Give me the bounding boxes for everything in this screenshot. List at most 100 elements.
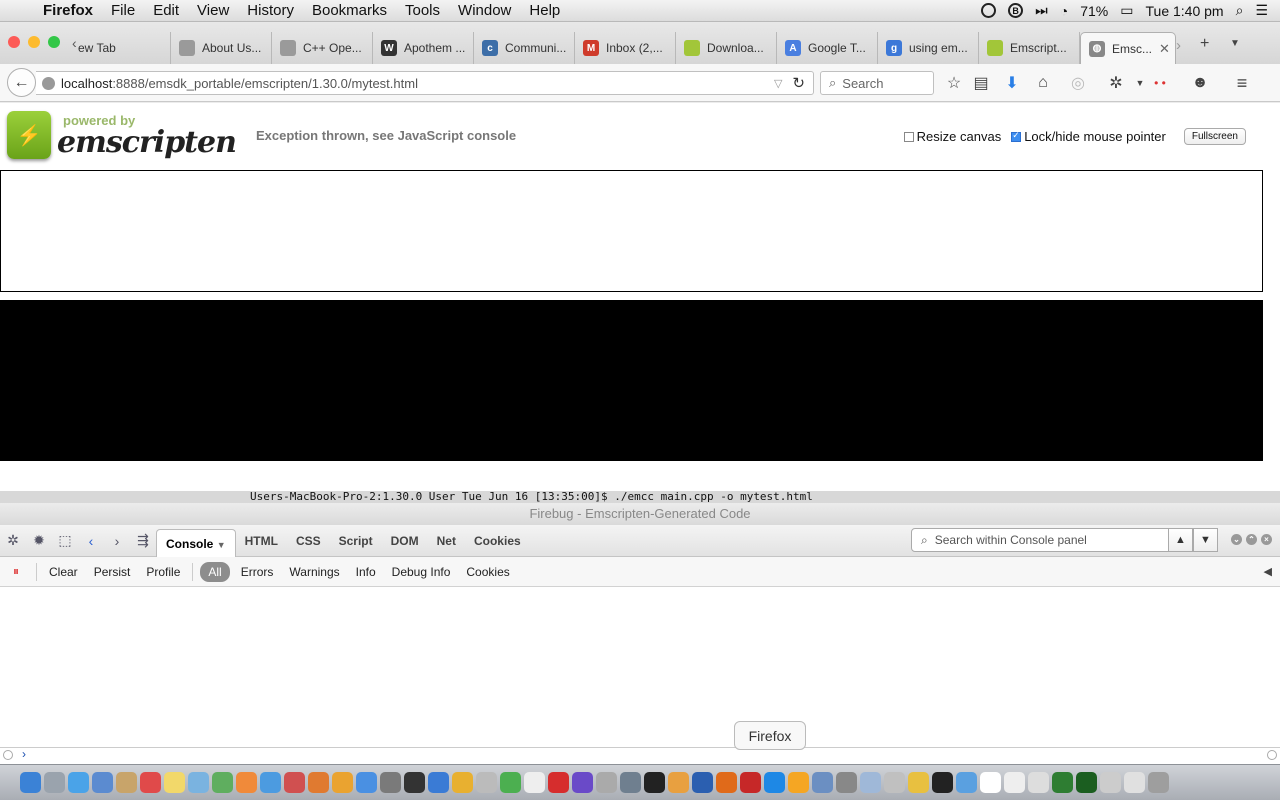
fullscreen-button[interactable]: Fullscreen: [1183, 128, 1246, 145]
dock-app-icon[interactable]: [404, 772, 425, 793]
firebug-tab-html[interactable]: HTML: [236, 527, 287, 555]
menu-tools[interactable]: Tools: [396, 2, 449, 19]
dock-app-icon[interactable]: [668, 772, 689, 793]
filter-all[interactable]: All: [200, 561, 230, 582]
dock-app-icon[interactable]: [188, 772, 209, 793]
firebug-tab-dom[interactable]: DOM: [382, 527, 428, 555]
battery-icon[interactable]: ▭: [1120, 2, 1133, 19]
tab-active-emscripten[interactable]: ◍ Emsc... ✕: [1080, 32, 1176, 64]
back-icon[interactable]: ‹: [78, 533, 104, 549]
menu-help[interactable]: Help: [520, 2, 569, 19]
downloads-icon[interactable]: ⬇: [1002, 73, 1022, 93]
dock-app-icon[interactable]: [236, 772, 257, 793]
search-next-icon[interactable]: ▼: [1193, 528, 1218, 552]
dock-app-icon[interactable]: [740, 772, 761, 793]
profile-button[interactable]: Profile: [138, 562, 188, 582]
battery-percent[interactable]: 71%: [1080, 3, 1108, 19]
resize-canvas-option[interactable]: Resize canvas: [903, 129, 1001, 144]
dock-app-icon[interactable]: [476, 772, 497, 793]
tab-close-icon[interactable]: ✕: [1159, 41, 1170, 57]
dock-app-icon[interactable]: [812, 772, 833, 793]
url-dropdown-icon[interactable]: ▽: [774, 77, 782, 90]
dock-app-icon[interactable]: [884, 772, 905, 793]
filter-errors[interactable]: Errors: [233, 562, 282, 582]
dock-app-icon[interactable]: [572, 772, 593, 793]
console-dropdown-icon[interactable]: ▼: [217, 540, 226, 550]
panel-side-toggle-icon[interactable]: ◀: [1264, 565, 1272, 578]
filter-cookies[interactable]: Cookies: [458, 562, 517, 582]
dock-app-icon[interactable]: [68, 772, 89, 793]
lock-pointer-checkbox[interactable]: [1011, 130, 1022, 142]
output-textarea[interactable]: [0, 300, 1263, 461]
dock-app-icon[interactable]: [932, 772, 953, 793]
tab-2[interactable]: C++ Ope...: [272, 32, 373, 64]
reload-icon[interactable]: ↻: [792, 74, 805, 92]
firebug-menu-icon[interactable]: ✹: [26, 532, 52, 549]
firebug-minimize-icon[interactable]: ⌄: [1231, 534, 1242, 545]
dock-app-icon[interactable]: [524, 772, 545, 793]
dock-app-icon[interactable]: [380, 772, 401, 793]
home-icon[interactable]: ⌂: [1033, 73, 1053, 93]
menu-history[interactable]: History: [238, 2, 303, 19]
dock-app-icon[interactable]: [428, 772, 449, 793]
dock-app-icon[interactable]: [980, 772, 1001, 793]
console-command-line[interactable]: ›: [0, 747, 1280, 764]
persist-button[interactable]: Persist: [86, 562, 139, 582]
command-expand-icon[interactable]: [1267, 750, 1277, 760]
notification-list-icon[interactable]: ☰: [1255, 2, 1268, 19]
tab-scroll-right-icon[interactable]: ›: [1176, 37, 1181, 54]
firebug-close-icon[interactable]: ×: [1261, 534, 1272, 545]
bookmark-star-icon[interactable]: ☆: [944, 73, 964, 93]
tab-0[interactable]: ew Tab: [70, 32, 171, 64]
site-identity-icon[interactable]: [42, 76, 55, 90]
filter-warnings[interactable]: Warnings: [281, 562, 347, 582]
firebug-tab-css[interactable]: CSS: [287, 527, 330, 555]
dock-app-icon[interactable]: [212, 772, 233, 793]
tab-6[interactable]: Downloa...: [676, 32, 777, 64]
filter-debug-info[interactable]: Debug Info: [384, 562, 459, 582]
menu-app-firefox[interactable]: Firefox: [34, 2, 102, 19]
window-minimize-button[interactable]: [28, 36, 40, 48]
window-close-button[interactable]: [8, 36, 20, 48]
dock-app-icon[interactable]: [620, 772, 641, 793]
clear-button[interactable]: Clear: [41, 562, 86, 582]
menu-bookmarks[interactable]: Bookmarks: [303, 2, 396, 19]
emscripten-canvas[interactable]: [0, 170, 1263, 292]
firebug-detach-icon[interactable]: ⌃: [1246, 534, 1257, 545]
dock-app-icon[interactable]: [716, 772, 737, 793]
firebug-icon[interactable]: ✲: [1106, 73, 1126, 93]
command-editor-toggle-icon[interactable]: [3, 750, 13, 760]
emscripten-logo[interactable]: ⚡ powered by emscripten: [7, 109, 237, 165]
menu-window[interactable]: Window: [449, 2, 520, 19]
dock-app-icon[interactable]: [644, 772, 665, 793]
dock-app-icon[interactable]: [20, 772, 41, 793]
dock-app-icon[interactable]: [692, 772, 713, 793]
tab-3[interactable]: W Apothem ...: [373, 32, 474, 64]
dock-app-icon[interactable]: [116, 772, 137, 793]
dock-app-icon[interactable]: [308, 772, 329, 793]
tab-5[interactable]: M Inbox (2,...: [575, 32, 676, 64]
resize-canvas-checkbox[interactable]: [903, 131, 914, 142]
search-previous-icon[interactable]: ▲: [1168, 528, 1193, 552]
menu-file[interactable]: File: [102, 2, 144, 19]
tab-8[interactable]: g using em...: [878, 32, 979, 64]
new-tab-icon[interactable]: +: [1200, 35, 1209, 53]
dock-app-icon[interactable]: [1052, 772, 1073, 793]
dock-app-icon[interactable]: [1124, 772, 1145, 793]
console-search-input[interactable]: ⌕ Search within Console panel: [911, 528, 1169, 552]
forward-icon[interactable]: ›: [104, 533, 130, 549]
dock-app-icon[interactable]: [860, 772, 881, 793]
dock-app-icon[interactable]: [332, 772, 353, 793]
url-bar[interactable]: localhost:8888/emsdk_portable/emscripten…: [36, 71, 814, 95]
filter-info[interactable]: Info: [348, 562, 384, 582]
window-zoom-button[interactable]: [48, 36, 60, 48]
addon-dots-icon[interactable]: • •: [1150, 73, 1170, 93]
lock-pointer-option[interactable]: Lock/hide mouse pointer: [1011, 129, 1166, 144]
console-output[interactable]: [0, 587, 1280, 747]
firebug-tab-script[interactable]: Script: [330, 527, 382, 555]
dock-app-icon[interactable]: [1028, 772, 1049, 793]
firebug-tab-console[interactable]: Console ▼: [156, 528, 236, 557]
dock-app-icon[interactable]: [500, 772, 521, 793]
hamburger-menu-icon[interactable]: ≡: [1232, 73, 1252, 93]
spotlight-search-icon[interactable]: ⌕: [1236, 2, 1244, 19]
